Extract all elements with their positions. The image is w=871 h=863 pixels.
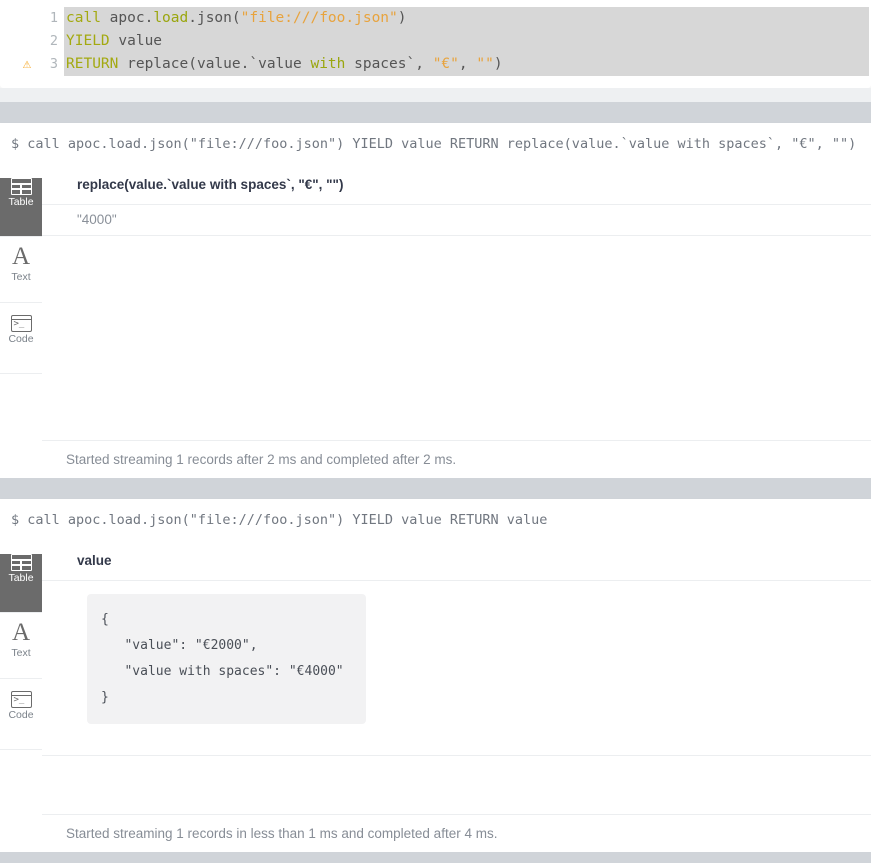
frame-2-view-table[interactable]: Table (0, 554, 42, 613)
token-keyword-return: RETURN (66, 56, 119, 72)
frame-1-view-code-label: Code (8, 333, 34, 345)
editor-line-2-code[interactable]: YIELD value (64, 30, 869, 53)
frame-1-view-text-label: Text (11, 271, 31, 283)
editor-line-3-code[interactable]: RETURN replace(value.`value with spaces`… (64, 53, 869, 76)
frame-1-status-text: Started streaming 1 records after 2 ms a… (42, 440, 871, 478)
cypher-editor-lines[interactable]: 1 call apoc.load.json("file:///foo.json"… (0, 7, 871, 76)
frame-2-view-code-label: Code (8, 709, 34, 721)
token-backtick-end: spaces` (345, 56, 416, 72)
token-ident-json: json (196, 10, 232, 26)
token-paren-close-2: ) (493, 56, 503, 72)
table-icon (10, 554, 32, 571)
frame-2-json-value: { "value": "€2000", "value with spaces":… (87, 594, 366, 724)
frame-2-table-column-header: value (42, 542, 871, 581)
frame-2-results-scroll[interactable]: value { "value": "€2000", "value with sp… (42, 542, 871, 814)
editor-line-1[interactable]: 1 call apoc.load.json("file:///foo.json"… (0, 7, 871, 30)
neo4j-browser-app: 1 call apoc.load.json("file:///foo.json"… (0, 0, 871, 863)
frame-2-view-text-label: Text (11, 647, 31, 659)
table-icon (10, 178, 32, 195)
frame-2-view-switcher[interactable]: Table A Text >_ Code (0, 542, 43, 852)
frame-separator-band-2 (0, 478, 871, 499)
result-frame-1: $ call apoc.load.json("file:///foo.json"… (0, 123, 871, 478)
code-icon: >_ (10, 315, 32, 332)
table-row: { "value": "€2000", "value with spaces":… (42, 581, 871, 724)
token-ident-value-2: value (196, 56, 241, 72)
frame-2-view-code[interactable]: >_ Code (0, 691, 42, 750)
frame-2-row-divider (42, 755, 871, 756)
editor-line-3[interactable]: ⚠ 3 RETURN replace(value.`value with spa… (0, 53, 871, 76)
token-string-euro: "€" (432, 56, 459, 72)
frame-1-results-scroll[interactable]: replace(value.`value with spaces`, "€", … (42, 166, 871, 440)
warning-triangle-icon[interactable]: ⚠ (19, 57, 35, 72)
token-keyword-yield: YIELD (66, 33, 110, 49)
frame-1-view-table-label: Table (8, 196, 34, 208)
token-backtick-start: `value (249, 56, 311, 72)
token-keyword-with: with (310, 56, 346, 72)
frame-separator-band-3 (0, 852, 871, 863)
frame-1-table-column-header: replace(value.`value with spaces`, "€", … (42, 166, 871, 205)
editor-bottom-spacer (0, 88, 871, 102)
frame-2-command-text: $ call apoc.load.json("file:///foo.json"… (11, 512, 548, 528)
token-keyword: call (66, 10, 101, 26)
token-dot-2: . (188, 10, 197, 26)
frame-1-view-switcher[interactable]: Table A Text >_ Code (0, 166, 43, 478)
line-number-2: 2 (49, 33, 58, 49)
frame-2-command-bar[interactable]: $ call apoc.load.json("file:///foo.json"… (0, 499, 871, 543)
token-paren-open: ( (231, 10, 241, 26)
editor-line-2[interactable]: 2 YIELD value (0, 30, 871, 53)
frame-1-results: replace(value.`value with spaces`, "€", … (42, 166, 871, 478)
frame-2-body: Table A Text >_ Code value { "value": "€… (0, 542, 871, 852)
token-paren-open-2: ( (188, 56, 197, 72)
result-frame-2: $ call apoc.load.json("file:///foo.json"… (0, 499, 871, 852)
token-fn-replace: replace (118, 56, 189, 72)
token-comma-2: , (458, 56, 477, 72)
token-dot: . (144, 10, 154, 26)
table-row: "4000" (42, 205, 871, 236)
token-ident-apoc: apoc (109, 10, 145, 26)
frame-2-results: value { "value": "€2000", "value with sp… (42, 542, 871, 852)
frame-1-command-bar[interactable]: $ call apoc.load.json("file:///foo.json"… (0, 123, 871, 167)
frame-1-view-text[interactable]: A Text (0, 244, 42, 303)
frame-1-command-text: $ call apoc.load.json("file:///foo.json"… (11, 136, 857, 152)
token-comma: , (415, 56, 433, 72)
frame-separator-band-1 (0, 102, 871, 123)
line-number-1: 1 (49, 10, 58, 26)
code-icon: >_ (10, 691, 32, 708)
token-ident-value: value (109, 33, 163, 49)
token-paren-close: ) (397, 10, 407, 26)
text-icon: A (11, 619, 31, 646)
frame-2-view-text[interactable]: A Text (0, 620, 42, 679)
line-number-3: 3 (49, 56, 58, 72)
token-ident-load: load (153, 10, 189, 26)
token-string-path: "file:///foo.json" (240, 10, 398, 26)
frame-2-status-text: Started streaming 1 records in less than… (42, 814, 871, 852)
frame-1-view-code[interactable]: >_ Code (0, 315, 42, 374)
text-icon: A (11, 243, 31, 270)
frame-2-view-table-label: Table (8, 572, 34, 584)
editor-line-1-code[interactable]: call apoc.load.json("file:///foo.json") (64, 7, 869, 30)
cypher-editor-card[interactable]: 1 call apoc.load.json("file:///foo.json"… (0, 0, 871, 88)
token-string-empty: "" (476, 56, 494, 72)
frame-1-view-table[interactable]: Table (0, 178, 42, 237)
frame-1-body: Table A Text >_ Code replace(value.`valu… (0, 166, 871, 478)
